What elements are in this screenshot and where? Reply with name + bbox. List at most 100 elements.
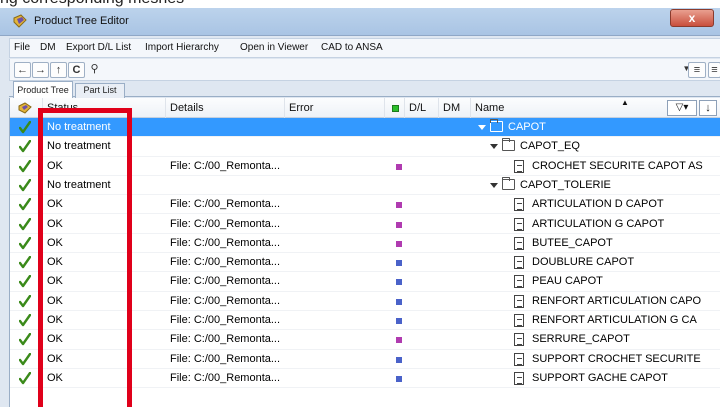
table-row[interactable]: OK File: C:/00_Remonta... SUPPORT GACHE CA… — [10, 369, 720, 389]
cropped-caption: ng corresponding meshes — [0, 0, 184, 8]
toolbar: ← → ↑ C ⚲ ▼ ≡ ≡ — [9, 59, 720, 81]
tab-strip: Product Tree Part List — [9, 81, 720, 98]
table-row[interactable]: OK File: C:/00_Remonta... SUPPORT CROCHET … — [10, 350, 720, 369]
sort-down-icon[interactable]: ↓ — [699, 100, 717, 116]
header-status-icon-column[interactable] — [10, 98, 43, 118]
refresh-icon[interactable]: C — [68, 62, 85, 78]
table-row[interactable]: No treatment CAPOT_EQ — [10, 137, 720, 157]
node-name: DOUBLURE CAPOT — [532, 256, 635, 269]
menu-dm[interactable]: DM — [40, 42, 56, 53]
table-row[interactable]: OK File: C:/00_Remonta... SERRURE_CAPOT — [10, 330, 720, 350]
menu-open-in-viewer[interactable]: Open in Viewer — [240, 42, 308, 53]
table-row[interactable]: OK File: C:/00_Remonta... DOUBLURE CAPOT — [10, 253, 720, 273]
magenta-status-marker — [396, 202, 402, 209]
status-cell: OK — [47, 314, 63, 326]
cropped-caption-strip: ng corresponding meshes — [0, 0, 720, 8]
check-icon — [19, 217, 31, 230]
magenta-status-marker — [396, 163, 402, 170]
node-name: CAPOT — [508, 121, 546, 133]
part-document-icon — [514, 333, 524, 347]
expand-triangle-icon[interactable] — [478, 125, 486, 130]
check-icon — [19, 275, 31, 288]
forward-icon[interactable]: → — [32, 62, 49, 78]
node-name: CAPOT_TOLERIE — [520, 178, 611, 191]
blue-status-marker — [396, 279, 402, 286]
table-row[interactable]: OK File: C:/00_Remonta... RENFORT ARTICULA… — [10, 292, 720, 311]
green-square-icon — [392, 105, 399, 112]
blue-status-marker — [396, 298, 402, 305]
node-name: SERRURE_CAPOT — [532, 333, 630, 346]
check-icon — [19, 314, 31, 327]
folder-icon — [490, 119, 503, 132]
tab-part-list[interactable]: Part List — [75, 83, 125, 98]
node-name: RENFORT ARTICULATION G CA — [532, 314, 697, 326]
folder-icon — [502, 138, 515, 152]
header-details[interactable]: Details — [166, 98, 285, 118]
status-cell: OK — [47, 217, 63, 230]
node-name: BUTEE_CAPOT — [532, 236, 613, 249]
blue-status-marker — [396, 375, 402, 382]
table-row[interactable]: No treatment CAPOT — [10, 118, 720, 138]
check-icon — [19, 236, 31, 249]
table-row[interactable]: OK File: C:/00_Remonta... BUTEE_CAPOT — [10, 234, 720, 254]
header-error[interactable]: Error — [285, 98, 385, 118]
header-name-label: Name — [475, 102, 505, 114]
search-icon[interactable]: ⚲ — [86, 62, 103, 78]
table-row[interactable]: No treatment CAPOT_TOLERIE — [10, 176, 720, 196]
check-icon — [19, 159, 31, 172]
part-document-icon — [514, 217, 524, 231]
details-cell: File: C:/00_Remonta... — [170, 275, 281, 288]
node-name: PEAU CAPOT — [532, 275, 603, 288]
details-cell: File: C:/00_Remonta... — [170, 371, 281, 384]
node-name: CAPOT_EQ — [520, 140, 580, 153]
check-icon — [19, 256, 31, 269]
check-icon — [19, 178, 31, 192]
table-row[interactable]: OK File: C:/00_Remonta... PEAU CAPOT — [10, 272, 720, 292]
status-cell: OK — [47, 256, 63, 269]
part-document-icon — [514, 236, 524, 250]
table-row[interactable]: OK File: C:/00_Remonta... CROCHET SECURITE… — [10, 157, 720, 176]
table-row[interactable]: OK File: C:/00_Remonta... RENFORT ARTICULA… — [10, 311, 720, 331]
status-cell: OK — [47, 371, 63, 384]
table-row[interactable]: OK File: C:/00_Remonta... ARTICULATION D C… — [10, 195, 720, 215]
table-row[interactable]: OK File: C:/00_Remonta... ARTICULATION G C… — [10, 215, 720, 234]
part-document-icon — [514, 294, 524, 308]
header-name[interactable]: Name ▲ ▽▾ ↓ — [471, 98, 720, 118]
header-green-marker-column[interactable] — [385, 98, 405, 118]
filter-dropdown-icon[interactable]: ▽▾ — [667, 100, 697, 116]
details-cell: File: C:/00_Remonta... — [170, 352, 281, 365]
product-tree-grid: Status Details Error D/L DM Name ▲ ▽▾ ↓ … — [9, 98, 720, 407]
tab-product-tree[interactable]: Product Tree — [13, 81, 73, 98]
status-cell: OK — [47, 198, 63, 211]
part-document-icon — [514, 159, 524, 173]
close-button[interactable]: x — [670, 9, 714, 27]
tag-icon — [18, 102, 32, 114]
back-icon[interactable]: ← — [14, 62, 31, 78]
details-cell: File: C:/00_Remonta... — [170, 217, 281, 230]
menu-import-hierarchy[interactable]: Import Hierarchy — [145, 42, 219, 53]
status-cell: OK — [47, 294, 63, 307]
node-name: ARTICULATION G CAPOT — [532, 217, 665, 230]
status-cell: No treatment — [47, 178, 111, 191]
header-dm[interactable]: DM — [439, 98, 471, 118]
check-icon — [19, 333, 31, 346]
check-icon — [19, 294, 31, 307]
details-cell: File: C:/00_Remonta... — [170, 198, 281, 211]
status-cell: No treatment — [47, 121, 111, 133]
window-title: Product Tree Editor — [34, 15, 129, 27]
details-cell: File: C:/00_Remonta... — [170, 294, 281, 307]
header-dl[interactable]: D/L — [405, 98, 439, 118]
magenta-status-marker — [396, 221, 402, 228]
menu-file[interactable]: File — [14, 42, 30, 53]
expand-triangle-icon[interactable] — [490, 182, 498, 188]
details-cell: File: C:/00_Remonta... — [170, 314, 281, 326]
status-cell: OK — [47, 236, 63, 249]
list-view-icon[interactable]: ≡ — [688, 62, 706, 78]
node-name: RENFORT ARTICULATION CAPO — [532, 294, 702, 307]
tree-view-icon[interactable]: ≡ — [708, 62, 720, 78]
menu-cad-to-ansa[interactable]: CAD to ANSA — [321, 42, 383, 53]
expand-triangle-icon[interactable] — [490, 144, 498, 150]
header-status[interactable]: Status — [43, 98, 166, 118]
menu-export-dl-list[interactable]: Export D/L List — [66, 42, 131, 53]
up-icon[interactable]: ↑ — [50, 62, 67, 78]
